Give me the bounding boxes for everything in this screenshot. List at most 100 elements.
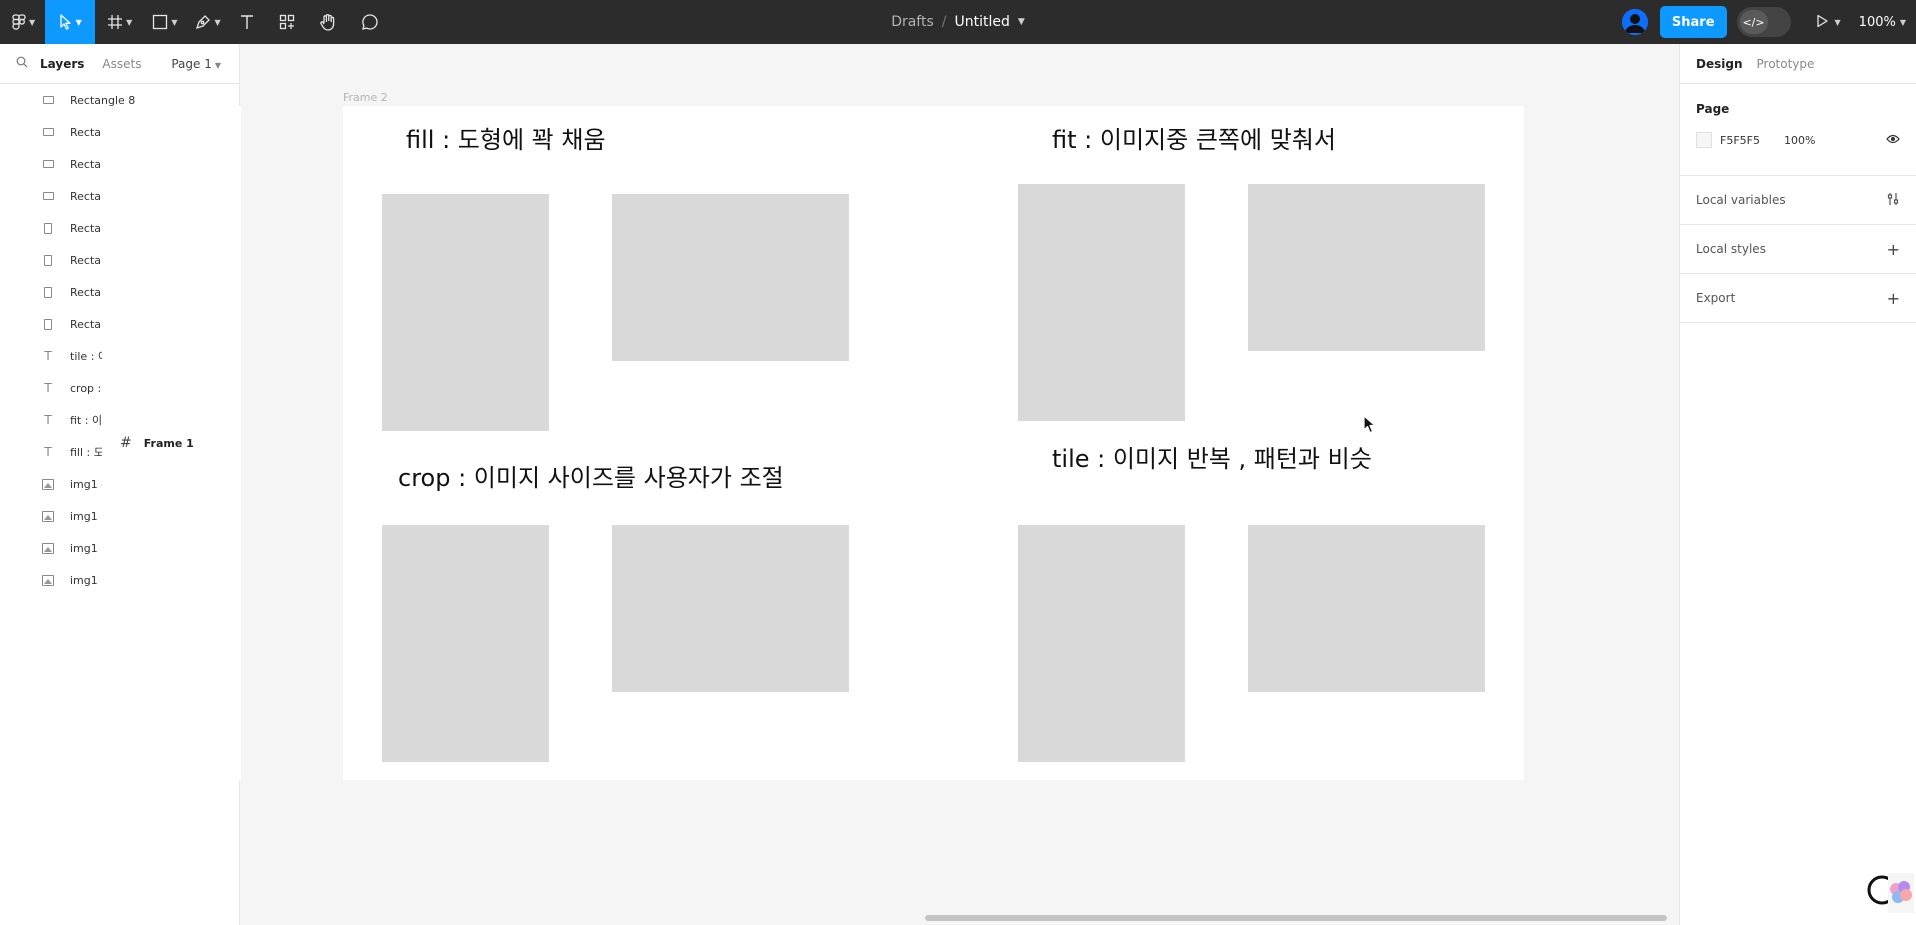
- rectangle-icon: [42, 222, 54, 234]
- breadcrumb-drafts[interactable]: Drafts: [891, 14, 934, 30]
- hand-tool-button[interactable]: [313, 0, 343, 44]
- rectangle-8[interactable]: [1248, 525, 1485, 692]
- chevron-down-icon: ▼: [29, 17, 36, 27]
- image-icon: [42, 574, 54, 586]
- chevron-down-icon: ▼: [126, 17, 133, 27]
- rectangle-5[interactable]: [382, 525, 549, 762]
- figma-app: ▼ ▼ ▼ ▼ ▼ Drafts / Untitled ▼ Share </> …: [0, 0, 1916, 925]
- image-icon: [42, 478, 54, 490]
- page-fill-opacity[interactable]: 100%: [1784, 134, 1815, 147]
- toolbar-right: Share </> ▼ 100% ▼: [1621, 0, 1916, 44]
- play-icon: [1815, 13, 1829, 32]
- zoom-menu[interactable]: 100% ▼: [1859, 15, 1906, 30]
- sliders-icon[interactable]: [1886, 191, 1900, 210]
- comment-tool-button[interactable]: [355, 0, 385, 44]
- heading-fit[interactable]: fit : 이미지중 큰쪽에 맞춰서: [1052, 120, 1336, 155]
- tab-prototype[interactable]: Prototype: [1757, 57, 1815, 71]
- avatar[interactable]: [1621, 9, 1648, 35]
- local-styles-row[interactable]: Local styles +: [1680, 225, 1916, 274]
- share-button[interactable]: Share: [1659, 6, 1727, 38]
- resources-icon: [279, 14, 295, 30]
- chevron-down-icon: ▼: [1834, 17, 1841, 27]
- frame-tool-button[interactable]: ▼: [101, 0, 138, 44]
- top-toolbar: ▼ ▼ ▼ ▼ ▼ Drafts / Untitled ▼ Share </> …: [0, 0, 1916, 44]
- main-menu-button[interactable]: ▼: [0, 0, 41, 44]
- tab-layers[interactable]: Layers: [40, 57, 84, 71]
- text-icon: T: [44, 349, 52, 363]
- export-label: Export: [1696, 291, 1736, 305]
- design-panel: Design Prototype Page F5F5F5 100% Local …: [1679, 44, 1916, 925]
- layer-name: Rectangle 8: [70, 93, 136, 107]
- figma-logo-icon: [12, 14, 26, 30]
- horizontal-scrollbar[interactable]: [925, 915, 1667, 921]
- layers-panel: Layers Assets Page 1▼ # Frame 2 Rectangle …: [0, 44, 1283, 925]
- dev-mode-toggle[interactable]: </>: [1736, 7, 1791, 37]
- layer-name: Frame 1: [143, 436, 194, 450]
- rectangle-3[interactable]: [1018, 184, 1185, 421]
- file-name[interactable]: Untitled: [955, 14, 1010, 30]
- image-icon: [42, 542, 54, 554]
- text-tool-button[interactable]: [233, 0, 261, 44]
- tab-assets[interactable]: Assets: [102, 57, 141, 71]
- local-variables-label: Local variables: [1696, 193, 1786, 207]
- local-variables-row[interactable]: Local variables: [1680, 176, 1916, 225]
- rectangle-icon: [42, 254, 54, 266]
- plus-icon[interactable]: +: [1887, 240, 1900, 259]
- image-icon: [42, 510, 54, 522]
- chevron-down-icon: ▼: [214, 17, 221, 27]
- layer-list: #Frame 2Rectangle 8Rectangle 6Rectangle …: [0, 84, 1283, 780]
- page-fill-row: F5F5F5 100%: [1696, 132, 1900, 148]
- heading-fill[interactable]: fill : 도형에 꽉 채움: [406, 120, 606, 155]
- rectangle-icon: [42, 96, 54, 104]
- heading-tile[interactable]: tile : 이미지 반복 , 패턴과 비슷: [1052, 439, 1372, 474]
- page-color-swatch[interactable]: [1696, 132, 1712, 148]
- chevron-down-icon[interactable]: ▼: [1018, 17, 1025, 27]
- rectangle-icon: [42, 318, 54, 330]
- frame-label[interactable]: Frame 2: [343, 91, 388, 104]
- shape-tool-button[interactable]: ▼: [146, 0, 183, 44]
- text-icon: T: [44, 413, 52, 427]
- rectangle-1[interactable]: [382, 194, 549, 431]
- help-widget[interactable]: [1862, 873, 1914, 917]
- chevron-down-icon: ▼: [214, 60, 221, 70]
- chevron-down-icon: ▼: [75, 17, 82, 27]
- present-button[interactable]: ▼: [1815, 13, 1841, 32]
- rectangle-2[interactable]: [612, 194, 849, 361]
- zoom-level: 100%: [1858, 14, 1896, 30]
- plus-icon[interactable]: +: [1887, 289, 1900, 308]
- local-styles-label: Local styles: [1696, 242, 1766, 256]
- tab-design[interactable]: Design: [1696, 57, 1743, 71]
- export-row[interactable]: Export +: [1680, 274, 1916, 323]
- page-section-title: Page: [1696, 102, 1730, 116]
- pen-icon: [195, 14, 211, 30]
- page-selector[interactable]: Page 1 ▼: [171, 57, 221, 71]
- left-panel-tabs: Layers Assets Page 1 ▼: [0, 44, 239, 84]
- page-section: Page F5F5F5 100%: [1680, 84, 1916, 176]
- chevron-down-icon: ▼: [171, 17, 178, 27]
- code-icon: </>: [1739, 10, 1768, 34]
- cursor-arrow-icon: [59, 14, 73, 30]
- rectangle-4[interactable]: [1248, 184, 1485, 351]
- text-icon: T: [44, 445, 52, 459]
- resources-button[interactable]: [273, 0, 301, 44]
- hand-icon: [319, 13, 337, 31]
- move-tool-button[interactable]: ▼: [45, 0, 96, 44]
- heading-crop[interactable]: crop : 이미지 사이즈를 사용자가 조절: [398, 458, 784, 493]
- pen-tool-button[interactable]: ▼: [189, 0, 226, 44]
- breadcrumb-separator: /: [941, 14, 947, 30]
- right-panel-tabs: Design Prototype: [1680, 44, 1916, 84]
- rectangle-icon: [42, 128, 54, 136]
- text-icon: [239, 14, 255, 30]
- rectangle-icon: [152, 14, 168, 30]
- page-selector-label: Page 1: [171, 56, 212, 71]
- text-icon: T: [44, 381, 52, 395]
- frame-2[interactable]: fill : 도형에 꽉 채움 fit : 이미지중 큰쪽에 맞춰서 crop …: [343, 106, 1524, 780]
- rectangle-icon: [42, 192, 54, 200]
- rectangle-7[interactable]: [1018, 525, 1185, 762]
- rectangle-6[interactable]: [612, 525, 849, 692]
- search-icon[interactable]: [16, 56, 28, 71]
- frame-icon: [107, 14, 123, 30]
- canvas[interactable]: Frame 2 fill : 도형에 꽉 채움 fit : 이미지중 큰쪽에 맞…: [241, 44, 1679, 925]
- eye-icon[interactable]: [1886, 134, 1900, 147]
- page-fill-hex[interactable]: F5F5F5: [1720, 134, 1760, 147]
